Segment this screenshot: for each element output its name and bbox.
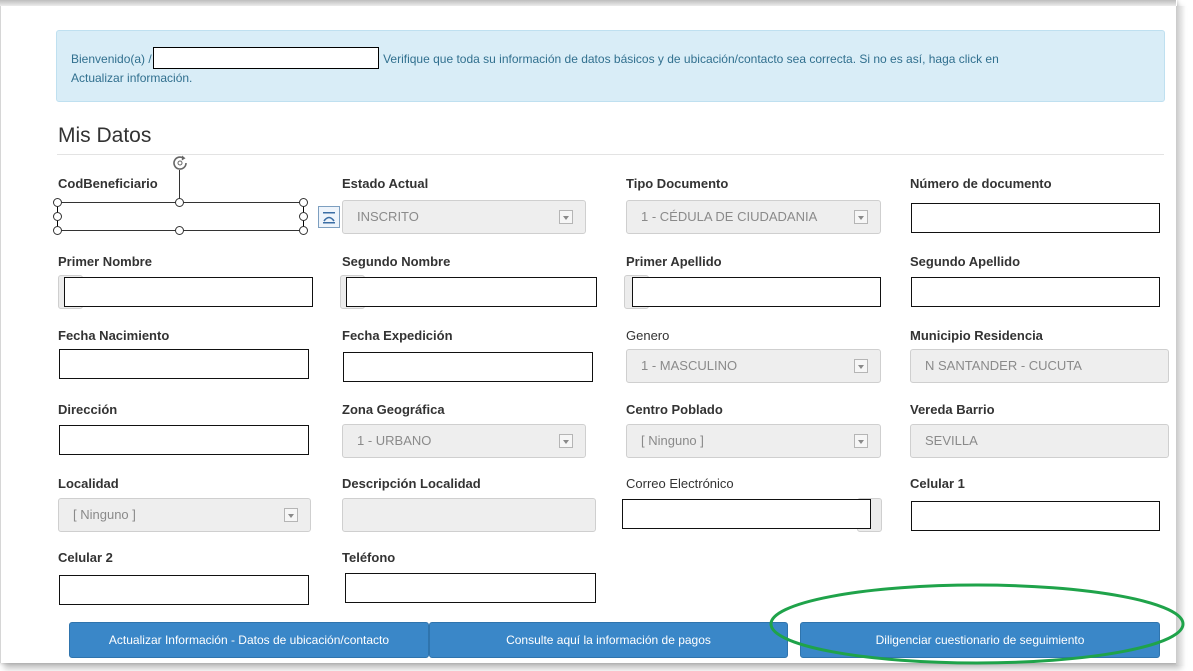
- segundo-apellido-field[interactable]: [911, 277, 1160, 307]
- municipio-residencia-value: N SANTANDER - CUCUTA: [925, 358, 1082, 373]
- alert-name-char: /: [148, 52, 152, 66]
- vereda-barrio-field: SEVILLA: [910, 424, 1169, 458]
- celular-2-field[interactable]: [59, 575, 309, 605]
- chevron-down-icon: [284, 508, 298, 522]
- estado-actual-label: Estado Actual: [342, 176, 429, 191]
- fecha-expedicion-label: Fecha Expedición: [342, 328, 453, 343]
- numero-documento-field[interactable]: [911, 203, 1160, 233]
- right-shadow: [1176, 6, 1186, 666]
- genero-label: Genero: [626, 328, 670, 343]
- alert-greeting: Bienvenido(a): [71, 52, 146, 66]
- zona-geografica-value: 1 - URBANO: [357, 433, 432, 448]
- estado-actual-value: INSCRITO: [357, 209, 419, 224]
- diligenciar-cuestionario-button[interactable]: Diligenciar cuestionario de seguimiento: [800, 622, 1160, 658]
- resize-handle[interactable]: [53, 212, 62, 221]
- telefono-field[interactable]: [345, 573, 596, 603]
- title-divider: [57, 154, 1164, 155]
- fecha-nacimiento-field[interactable]: [59, 349, 309, 379]
- direccion-field[interactable]: [59, 425, 309, 455]
- segundo-nombre-label: Segundo Nombre: [342, 254, 451, 269]
- resize-handle[interactable]: [299, 198, 308, 207]
- direccion-label: Dirección: [58, 402, 118, 417]
- alert-message-line2: Actualizar información.: [71, 71, 193, 85]
- resize-handle[interactable]: [299, 226, 308, 235]
- fecha-expedicion-field[interactable]: [343, 352, 593, 382]
- descripcion-localidad-field: [342, 498, 596, 532]
- resize-handle[interactable]: [53, 226, 62, 235]
- tipo-documento-select[interactable]: 1 - CÉDULA DE CIUDADANIA: [626, 200, 881, 234]
- resize-handle[interactable]: [175, 226, 184, 235]
- page-title: Mis Datos: [58, 124, 152, 147]
- redacted-name-box: [152, 47, 379, 69]
- numero-documento-label: Número de documento: [910, 176, 1052, 191]
- fecha-nacimiento-label: Fecha Nacimiento: [58, 328, 170, 343]
- primer-nombre-field[interactable]: [64, 277, 313, 307]
- alert-message: Verifique que toda su información de dat…: [383, 52, 999, 66]
- localidad-label: Localidad: [58, 476, 119, 491]
- chevron-down-icon: [854, 359, 868, 373]
- descripcion-localidad-label: Descripción Localidad: [342, 476, 481, 491]
- correo-electronico-label: Correo Electrónico: [626, 476, 734, 491]
- cod-beneficiario-label: CodBeneficiario: [58, 176, 158, 191]
- celular-2-label: Celular 2: [58, 550, 113, 565]
- segundo-apellido-label: Segundo Apellido: [910, 254, 1021, 269]
- resize-handle[interactable]: [299, 212, 308, 221]
- resize-handle[interactable]: [53, 198, 62, 207]
- estado-actual-select[interactable]: INSCRITO: [342, 200, 586, 234]
- centro-poblado-label: Centro Poblado: [626, 402, 723, 417]
- consulte-pagos-button[interactable]: Consulte aquí la información de pagos: [429, 622, 788, 658]
- primer-apellido-field[interactable]: [632, 277, 881, 307]
- tipo-documento-label: Tipo Documento: [626, 176, 729, 191]
- zona-geografica-label: Zona Geográfica: [342, 402, 445, 417]
- chevron-down-icon: [854, 210, 868, 224]
- primer-nombre-label: Primer Nombre: [58, 254, 152, 269]
- localidad-select[interactable]: [ Ninguno ]: [58, 498, 311, 532]
- zona-geografica-select[interactable]: 1 - URBANO: [342, 424, 586, 458]
- municipio-residencia-field: N SANTANDER - CUCUTA: [910, 349, 1169, 383]
- welcome-alert: Bienvenido(a) / Verifique que toda su in…: [56, 30, 1165, 102]
- genero-select[interactable]: 1 - MASCULINO: [626, 349, 881, 383]
- top-shadow: [0, 0, 1176, 6]
- municipio-residencia-label: Municipio Residencia: [910, 328, 1043, 343]
- vereda-barrio-label: Vereda Barrio: [910, 402, 995, 417]
- actualizar-informacion-button[interactable]: Actualizar Información - Datos de ubicac…: [69, 622, 429, 658]
- segundo-nombre-field[interactable]: [346, 277, 597, 307]
- vereda-barrio-value: SEVILLA: [925, 433, 978, 448]
- chevron-down-icon: [559, 434, 573, 448]
- resize-handle[interactable]: [175, 198, 184, 207]
- genero-value: 1 - MASCULINO: [641, 358, 738, 373]
- celular-1-field[interactable]: [911, 501, 1160, 531]
- centro-poblado-select[interactable]: [ Ninguno ]: [626, 424, 881, 458]
- chevron-down-icon: [559, 210, 573, 224]
- layout-options-icon[interactable]: [318, 206, 340, 228]
- correo-electronico-field[interactable]: [622, 499, 871, 529]
- chevron-down-icon: [854, 434, 868, 448]
- rotate-handle-icon[interactable]: [170, 153, 190, 173]
- celular-1-label: Celular 1: [910, 476, 965, 491]
- localidad-value: [ Ninguno ]: [73, 507, 136, 522]
- primer-apellido-label: Primer Apellido: [626, 254, 722, 269]
- tipo-documento-value: 1 - CÉDULA DE CIUDADANIA: [641, 209, 818, 224]
- telefono-label: Teléfono: [342, 550, 396, 565]
- centro-poblado-value: [ Ninguno ]: [641, 433, 704, 448]
